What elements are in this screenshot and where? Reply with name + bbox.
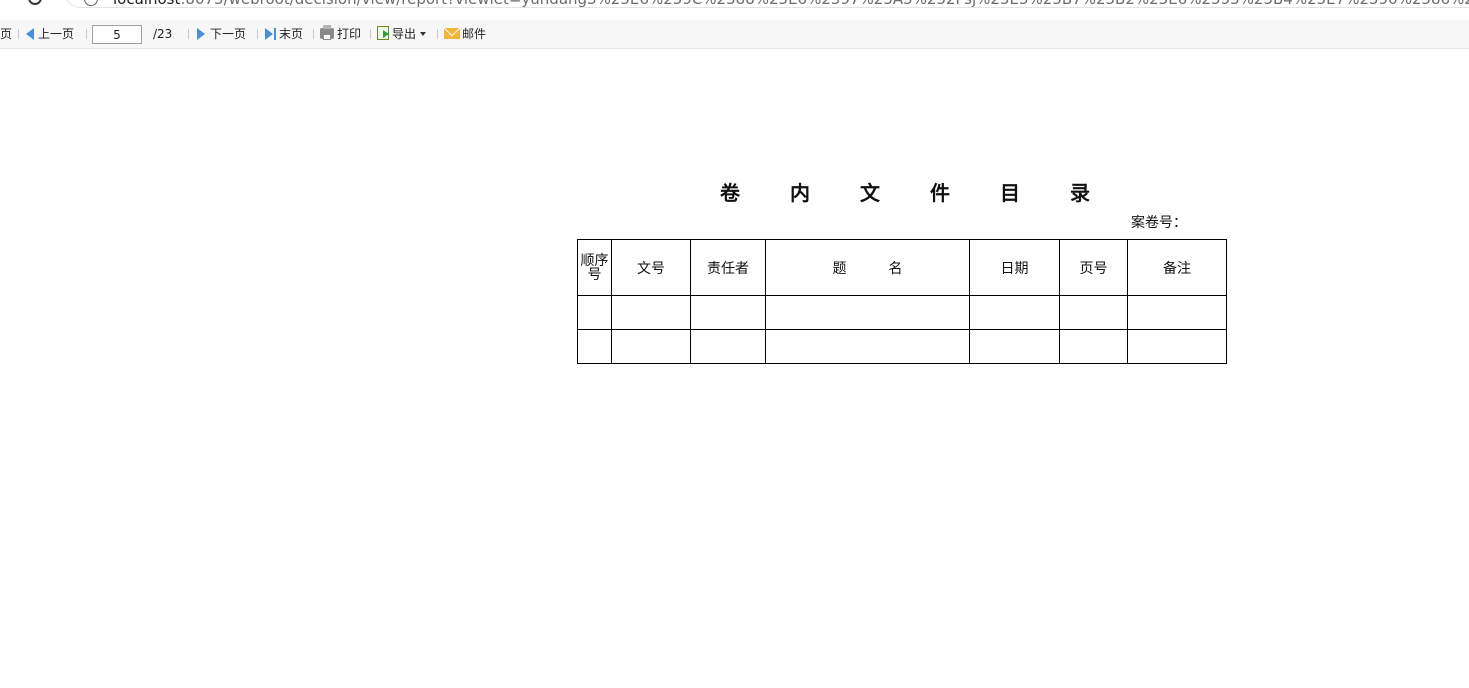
last-page-label: 末页 [279, 27, 304, 41]
report-title-char: 文 [860, 180, 880, 205]
toolbar-separator [18, 29, 19, 39]
table-cell [969, 329, 1060, 364]
column-header-date: 日期 [969, 239, 1060, 296]
next-page-label: 下一页 [210, 27, 247, 41]
table-cell [765, 295, 970, 330]
total-pages: /23 [153, 27, 173, 41]
report-toolbar: 页 上一页 /23 下一页 末页 打印 导出 邮件 [0, 20, 1469, 49]
table-cell [1127, 329, 1227, 364]
mail-icon [444, 28, 460, 39]
table-cell [690, 295, 766, 330]
report-title: 卷内文件目录 [720, 178, 1090, 205]
last-page-bar-icon [274, 28, 276, 40]
file-catalog-table: 顺序号 文号 责任者 题 名 日期 页号 备注 [577, 239, 1227, 364]
table-cell [969, 295, 1060, 330]
prev-page-button[interactable]: 上一页 [26, 20, 74, 48]
table-cell [690, 329, 766, 364]
column-header-sequence: 顺序号 [577, 239, 612, 296]
table-cell [577, 295, 612, 330]
table-cell [765, 329, 970, 364]
export-label: 导出 [392, 27, 417, 41]
mail-label: 邮件 [462, 27, 487, 41]
mail-button[interactable]: 邮件 [444, 20, 486, 48]
page-number-input[interactable] [92, 25, 142, 44]
url-path: :8075/webroot/decision/view/report?viewl… [180, 0, 1469, 8]
report-title-char: 录 [1070, 180, 1090, 205]
chevron-down-icon [420, 32, 427, 36]
column-header-page-number: 页号 [1059, 239, 1128, 296]
column-header-doc-number: 文号 [611, 239, 691, 296]
url-text[interactable]: localhost:8075/webroot/decision/view/rep… [113, 0, 1469, 8]
toolbar-separator [437, 29, 438, 39]
report-title-char: 内 [790, 180, 810, 205]
first-page-button[interactable]: 页 [0, 20, 12, 48]
toolbar-separator [313, 29, 314, 39]
printer-icon [320, 25, 334, 40]
arrow-left-icon [26, 28, 34, 40]
table-header-row: 顺序号 文号 责任者 题 名 日期 页号 备注 [577, 239, 1227, 296]
arrow-right-icon [197, 28, 205, 40]
table-cell [1127, 295, 1227, 330]
reload-icon[interactable] [28, 0, 42, 5]
toolbar-separator [257, 29, 258, 39]
table-cell [1059, 329, 1128, 364]
toolbar-separator [370, 29, 371, 39]
table-cell [577, 329, 612, 364]
column-header-remarks: 备注 [1127, 239, 1227, 296]
print-label: 打印 [337, 27, 362, 41]
report-title-char: 目 [1000, 180, 1020, 205]
table-row [577, 295, 1227, 330]
prev-page-label: 上一页 [38, 27, 75, 41]
volume-number-label: 案卷号： [1131, 215, 1187, 231]
report-canvas: 卷 内 文 件 目 录 案卷号： 顺序号 文号 责任者 题 名 日期 页号 备注 [0, 49, 1469, 688]
toolbar-separator [188, 29, 189, 39]
export-icon [377, 26, 389, 40]
toolbar-separator [86, 29, 87, 39]
next-page-button[interactable]: 下一页 [197, 20, 246, 48]
table-cell [611, 329, 691, 364]
table-body [577, 295, 1227, 364]
table-cell [611, 295, 691, 330]
report-title-char: 件 [930, 180, 950, 205]
column-header-title: 题 名 [765, 239, 970, 296]
last-page-button[interactable]: 末页 [265, 20, 303, 48]
table-row [577, 329, 1227, 364]
print-button[interactable]: 打印 [320, 20, 361, 48]
arrow-right-icon [265, 28, 273, 40]
table-cell [1059, 295, 1128, 330]
column-header-responsible: 责任者 [690, 239, 766, 296]
url-host: localhost [113, 0, 180, 8]
export-button[interactable]: 导出 [377, 20, 427, 48]
browser-address-bar: localhost:8075/webroot/decision/view/rep… [0, 0, 1469, 12]
report-title-char: 卷 [720, 180, 740, 205]
